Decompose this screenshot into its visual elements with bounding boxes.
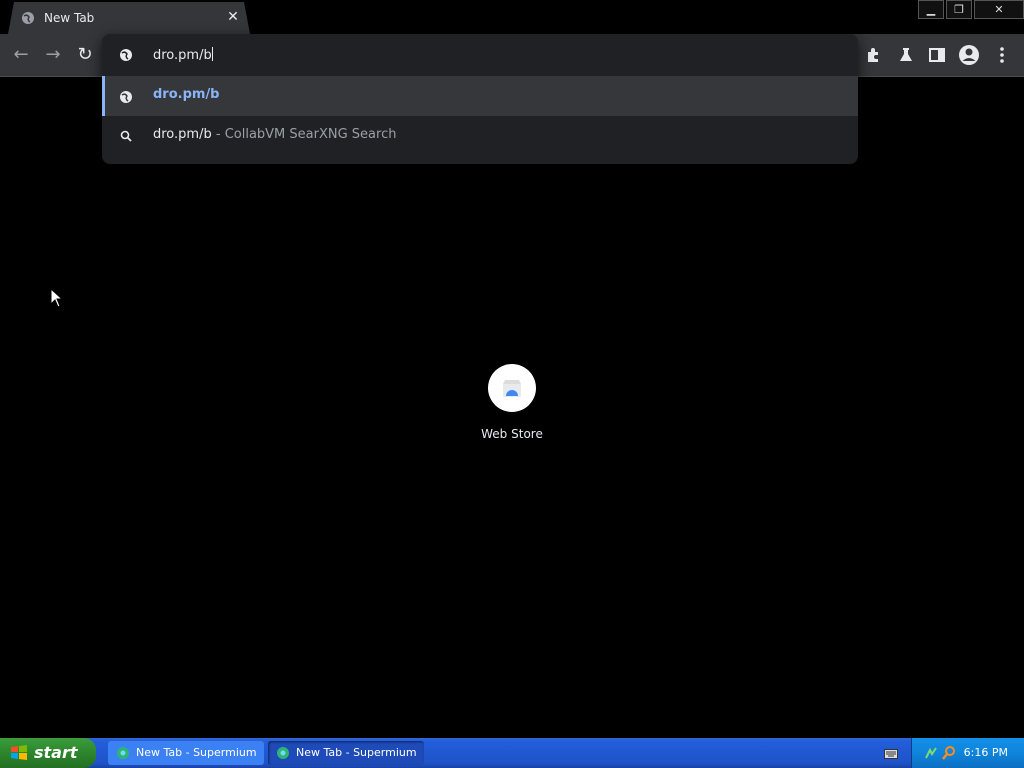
web-store-icon <box>503 380 521 397</box>
clock[interactable]: 6:16 PM <box>964 746 1008 759</box>
shortcut-tile <box>488 364 536 412</box>
omnibox-dropdown: dro.pm/b dro.pm/b dro.pm/b - CollabVM Se… <box>102 34 858 164</box>
forward-arrow-icon[interactable]: → <box>42 44 64 66</box>
side-panel-icon[interactable] <box>926 44 948 66</box>
taskbar-window-label: New Tab - Supermium <box>296 746 417 759</box>
profile-icon[interactable] <box>958 44 980 66</box>
globe-icon <box>21 11 35 25</box>
minimize-button[interactable]: ▁ <box>918 0 944 19</box>
network-icon[interactable] <box>924 746 938 760</box>
address-input[interactable]: dro.pm/b <box>153 47 213 63</box>
title-bar: New Tab ✕ ▁ ❐ ✕ <box>0 0 1024 34</box>
close-button[interactable]: ✕ <box>974 0 1024 19</box>
taskbar-window-1[interactable]: New Tab - Supermium <box>108 741 264 765</box>
globe-icon <box>120 49 132 61</box>
windows-logo-icon <box>11 745 27 760</box>
search-tray-icon[interactable] <box>942 746 956 760</box>
suggestion-url[interactable]: dro.pm/b <box>102 76 858 116</box>
shortcut-web-store[interactable]: Web Store <box>470 364 554 448</box>
search-icon <box>120 130 132 142</box>
tab-title: New Tab <box>44 11 95 25</box>
taskbar-window-label: New Tab - Supermium <box>136 746 257 759</box>
reload-icon[interactable]: ↻ <box>74 44 96 66</box>
address-bar[interactable]: dro.pm/b <box>102 34 858 76</box>
labs-icon[interactable] <box>895 44 917 66</box>
suggestion-search[interactable]: dro.pm/b - CollabVM SearXNG Search <box>102 116 858 156</box>
menu-icon[interactable] <box>991 44 1013 66</box>
taskbar-window-2[interactable]: New Tab - Supermium <box>268 741 424 765</box>
restore-button[interactable]: ❐ <box>946 0 972 19</box>
text-caret <box>211 47 213 61</box>
supermium-icon <box>277 747 289 759</box>
shortcut-label: Web Store <box>481 427 543 441</box>
system-tray: 6:16 PM <box>911 738 1024 768</box>
supermium-icon <box>117 747 129 759</box>
tab-new-tab[interactable]: New Tab ✕ <box>8 2 250 34</box>
window-controls: ▁ ❐ ✕ <box>916 0 1024 19</box>
suggestion-search-text: dro.pm/b - CollabVM SearXNG Search <box>153 127 397 142</box>
globe-icon <box>120 91 132 103</box>
back-arrow-icon[interactable]: ← <box>10 44 32 66</box>
start-button[interactable]: start <box>0 738 96 768</box>
taskbar: start New Tab - Supermium New Tab - Supe… <box>0 738 1024 768</box>
start-label: start <box>34 743 78 762</box>
suggestion-url-text: dro.pm/b <box>153 87 220 102</box>
extensions-icon[interactable] <box>863 44 885 66</box>
keyboard-icon[interactable] <box>884 749 898 759</box>
tab-close-icon[interactable]: ✕ <box>224 8 242 26</box>
mouse-cursor-icon <box>50 288 64 308</box>
